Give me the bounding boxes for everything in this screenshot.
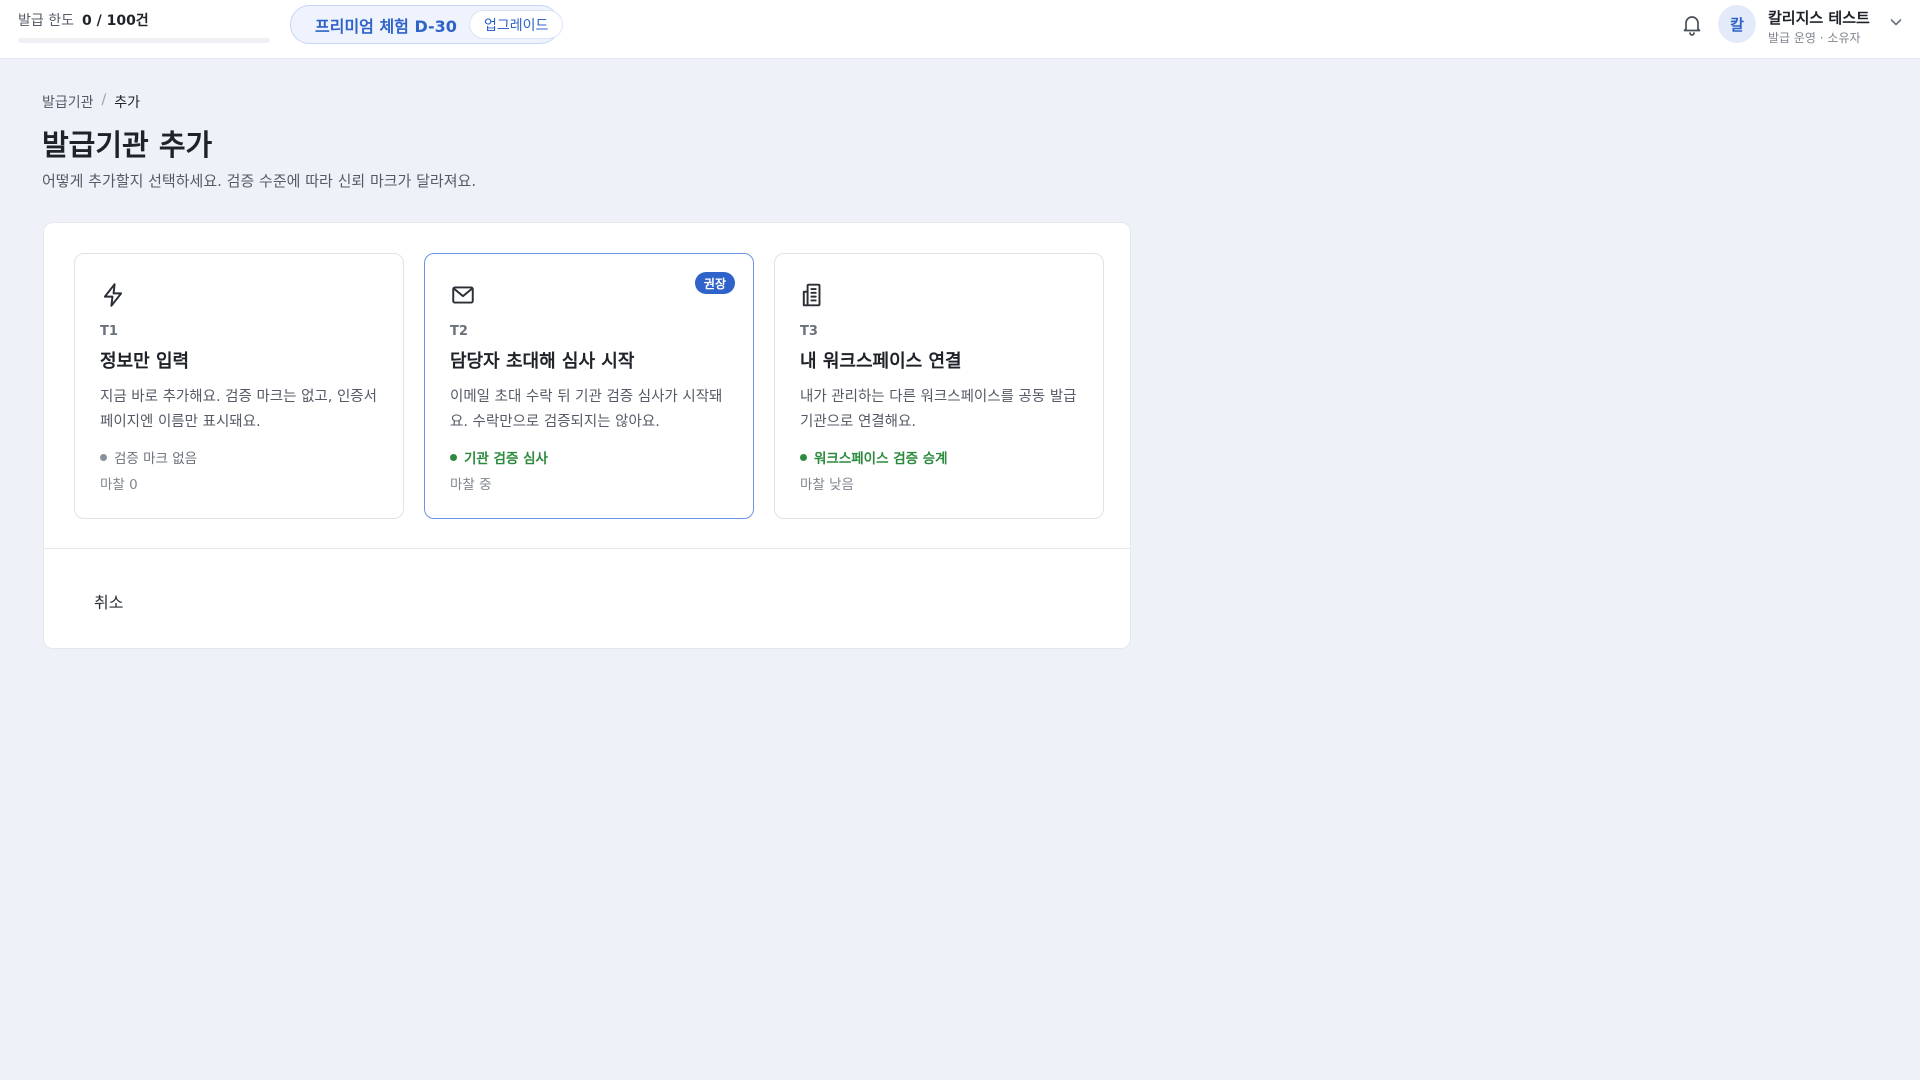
option-title: 내 워크스페이스 연결 xyxy=(800,351,962,372)
user-role: 발급 운영 · 소유자 xyxy=(1768,31,1861,45)
option-status: 검증 마크 없음 xyxy=(100,447,379,467)
quota-value: 0 / 100건 xyxy=(81,13,149,29)
user-menu[interactable]: 칼리지스 테스트 발급 운영 · 소유자 xyxy=(1768,7,1870,46)
bell-icon[interactable] xyxy=(1680,12,1704,36)
user-name: 칼리지스 테스트 xyxy=(1768,9,1870,27)
option-title: 담당자 초대해 심사 시작 xyxy=(450,351,635,372)
option-status: 기관 검증 심사 xyxy=(450,447,729,467)
option-card-t1[interactable]: T1 정보만 입력 지금 바로 추가해요. 검증 마크는 없고, 인증서 페이지… xyxy=(74,253,404,519)
panel-divider xyxy=(44,548,1130,549)
quota-text: 발급 한도 0 / 100건 xyxy=(18,10,270,30)
add-issuer-panel: T1 정보만 입력 지금 바로 추가해요. 검증 마크는 없고, 인증서 페이지… xyxy=(43,222,1131,649)
option-description: 지금 바로 추가해요. 검증 마크는 없고, 인증서 페이지엔 이름만 표시돼요… xyxy=(100,389,377,430)
option-friction: 마찰 0 xyxy=(100,477,138,493)
option-description: 이메일 초대 수락 뒤 기관 검증 심사가 시작돼요. 수락만으로 검증되지는 … xyxy=(450,389,723,430)
issuance-quota: 발급 한도 0 / 100건 xyxy=(18,10,270,43)
trial-label: 프리미엄 체험 D-30 xyxy=(315,16,457,36)
breadcrumb-current: 추가 xyxy=(114,95,141,111)
building-icon xyxy=(802,283,821,307)
option-cards: T1 정보만 입력 지금 바로 추가해요. 검증 마크는 없고, 인증서 페이지… xyxy=(74,253,1104,519)
recommended-badge: 권장 xyxy=(694,272,735,294)
premium-trial-pill[interactable]: 프리미엄 체험 D-30 업그레이드 xyxy=(290,5,564,44)
option-status: 워크스페이스 검증 승계 xyxy=(800,447,1079,467)
chevron-down-icon[interactable] xyxy=(1888,14,1904,30)
option-tier: T2 xyxy=(450,324,468,339)
option-friction: 마찰 낮음 xyxy=(800,477,854,493)
breadcrumb: 발급기관 / 추가 xyxy=(42,92,140,112)
option-friction: 마찰 중 xyxy=(450,477,492,493)
option-status-label: 검증 마크 없음 xyxy=(114,451,198,467)
quota-progress-bar xyxy=(18,38,270,43)
upgrade-button[interactable]: 업그레이드 xyxy=(468,10,564,39)
quota-label: 발급 한도 xyxy=(18,13,74,29)
mail-icon xyxy=(452,286,474,304)
status-dot xyxy=(100,453,107,461)
option-status-label: 워크스페이스 검증 승계 xyxy=(814,451,948,467)
option-tier: T1 xyxy=(100,324,118,339)
option-status-label: 기관 검증 심사 xyxy=(464,451,548,467)
breadcrumb-separator: / xyxy=(101,92,107,108)
option-tier: T3 xyxy=(800,324,818,339)
option-description: 내가 관리하는 다른 워크스페이스를 공동 발급기관으로 연결해요. xyxy=(800,389,1077,430)
status-dot xyxy=(800,453,807,461)
lightning-icon xyxy=(103,283,123,307)
option-title: 정보만 입력 xyxy=(100,351,190,372)
option-card-t3[interactable]: T3 내 워크스페이스 연결 내가 관리하는 다른 워크스페이스를 공동 발급기… xyxy=(774,253,1104,519)
option-card-t2[interactable]: 권장 T2 담당자 초대해 심사 시작 이메일 초대 수락 뒤 기관 검증 심사… xyxy=(424,253,754,519)
status-dot xyxy=(450,453,457,461)
page-description: 어떻게 추가할지 선택하세요. 검증 수준에 따라 신뢰 마크가 달라져요. xyxy=(42,172,477,190)
top-bar: 발급 한도 0 / 100건 프리미엄 체험 D-30 업그레이드 칼 칼리지스 … xyxy=(0,0,1920,58)
breadcrumb-issuers-link[interactable]: 발급기관 xyxy=(42,92,94,112)
avatar[interactable]: 칼 xyxy=(1718,5,1756,43)
page-title: 발급기관 추가 xyxy=(42,128,213,162)
cancel-button[interactable]: 취소 xyxy=(80,581,137,621)
